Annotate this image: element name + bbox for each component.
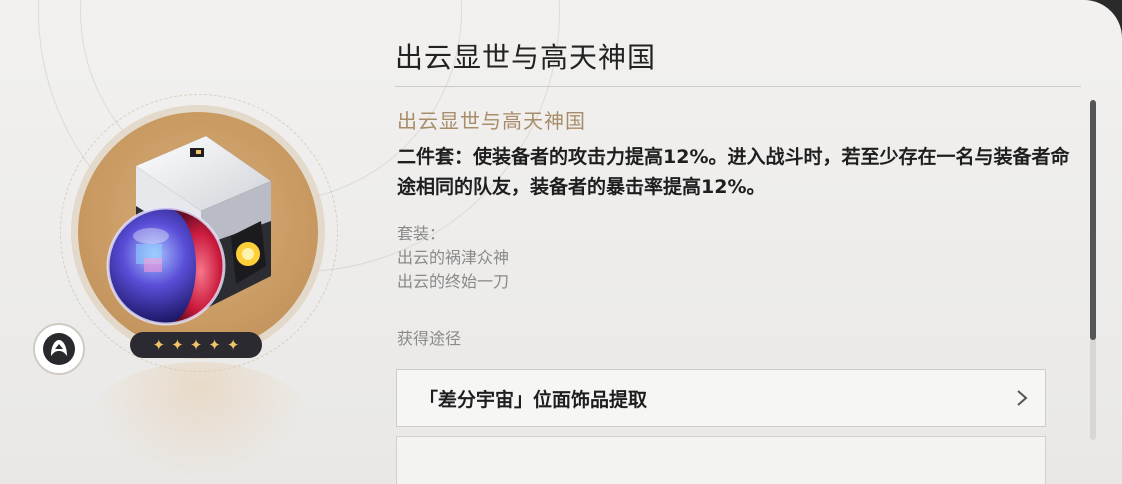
acquisition-source-button-partial[interactable] [396, 436, 1046, 484]
star-icon: ✦ [152, 336, 166, 354]
set-effect: 二件套：使装备者的攻击力提高12%。进入战斗时，若至少存在一名与装备者命途相同的… [397, 146, 1070, 198]
star-icon: ✦ [171, 336, 184, 354]
set-piece: 出云的终始一刀 [397, 272, 510, 291]
relic-showcase: ✦ ✦ ✦ ✦ ✦ [0, 0, 370, 484]
acquisition-label: 获得途径 [397, 329, 462, 348]
star-icon: ✦ [189, 336, 203, 354]
set-description: 出云显世与高天神国 二件套：使装备者的攻击力提高12%。进入战斗时，若至少存在一… [397, 106, 1077, 294]
title-divider [395, 86, 1081, 87]
star-icon: ✦ [226, 336, 240, 354]
relic-pedestal-glow [90, 362, 310, 482]
rarity-stars: ✦ ✦ ✦ ✦ ✦ [130, 332, 262, 358]
relic-planar-ornament-icon [106, 136, 271, 326]
chevron-right-icon [1017, 390, 1028, 406]
page-title: 出云显世与高天神国 [395, 41, 657, 74]
path-badge[interactable] [33, 323, 85, 375]
set-name: 出云显世与高天神国 [397, 109, 586, 133]
star-icon: ✦ [208, 336, 221, 354]
item-detail-panel: ✦ ✦ ✦ ✦ ✦ 出云显世与高天神国 出云显世与高天神国 二件套：使装备者的攻… [0, 0, 1122, 484]
set-piece: 出云的祸津众神 [397, 248, 510, 267]
set-pieces-label: 套装： [397, 224, 446, 243]
path-emblem-icon [43, 333, 75, 365]
acquisition-source-label: 「差分宇宙」位面饰品提取 [419, 388, 648, 411]
scrollbar-thumb[interactable] [1090, 100, 1096, 340]
acquisition-source-button[interactable]: 「差分宇宙」位面饰品提取 [396, 369, 1046, 427]
